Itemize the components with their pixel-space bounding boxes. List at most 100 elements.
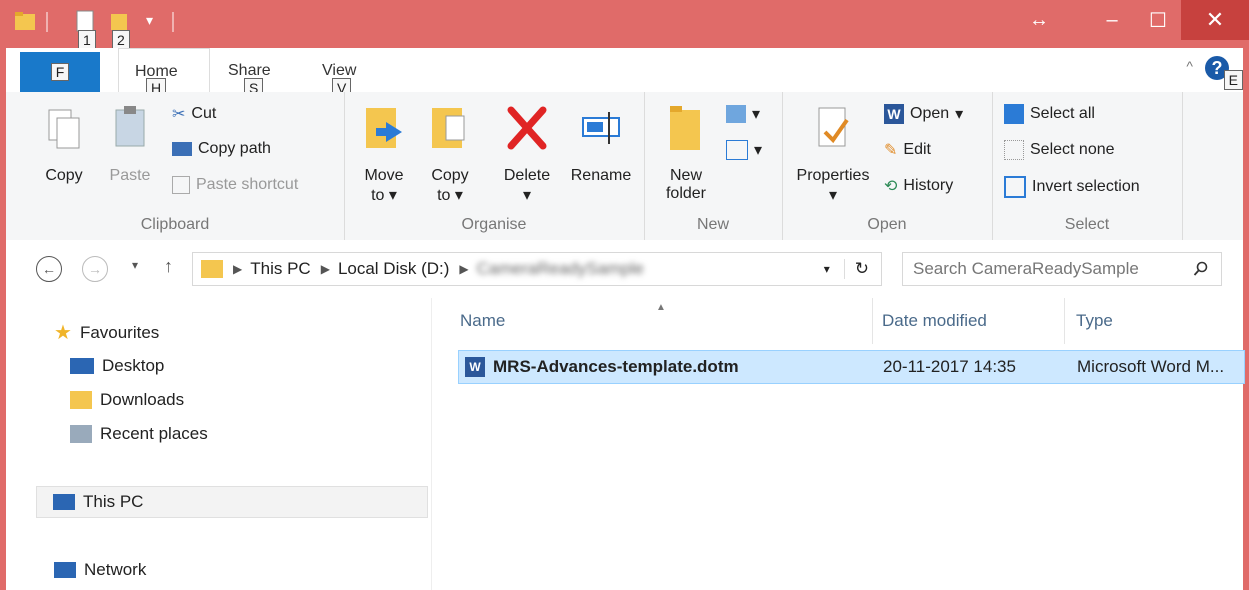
nav-network-label: Network xyxy=(84,560,147,579)
breadcrumb-this-pc[interactable]: This PC xyxy=(250,259,310,279)
paste-button[interactable]: Paste xyxy=(102,102,158,185)
chevron-down-icon[interactable]: ▾ xyxy=(824,262,830,276)
rename-button[interactable]: Rename xyxy=(564,102,638,185)
copy-path-icon xyxy=(172,142,192,156)
nav-this-pc-label: This PC xyxy=(83,492,144,511)
column-date-modified[interactable]: Date modified xyxy=(882,298,987,344)
forward-button[interactable]: → xyxy=(82,256,108,282)
nav-desktop[interactable]: Desktop xyxy=(70,356,164,376)
select-all-button[interactable]: Select all xyxy=(1004,104,1095,124)
nav-downloads[interactable]: Downloads xyxy=(70,390,184,410)
open-group-label: Open xyxy=(867,216,907,233)
properties-button[interactable]: Properties ▾ xyxy=(790,102,876,205)
back-button[interactable]: ← xyxy=(36,256,62,282)
history-label: History xyxy=(903,177,954,194)
copy-to-button[interactable]: Copy to ▾ xyxy=(420,102,480,205)
invert-selection-icon xyxy=(1004,176,1026,198)
open-button[interactable]: W Open ▾ xyxy=(884,104,963,124)
up-button[interactable]: ↑ xyxy=(164,256,173,277)
qat-separator xyxy=(46,12,48,32)
select-none-icon xyxy=(1004,140,1024,160)
close-button[interactable]: ✕ xyxy=(1181,0,1249,40)
easy-access-button[interactable]: ▾ xyxy=(726,140,762,160)
delete-icon xyxy=(507,106,547,150)
copy-path-button[interactable]: Copy path xyxy=(172,140,271,158)
resize-icon[interactable]: ↔ xyxy=(1009,0,1069,40)
file-date-modified: 20-11-2017 14:35 xyxy=(883,357,1016,376)
nav-desktop-label: Desktop xyxy=(102,356,165,375)
nav-downloads-label: Downloads xyxy=(100,390,185,409)
maximize-button[interactable]: ☐ xyxy=(1135,0,1181,40)
edit-button[interactable]: ✎ Edit xyxy=(884,140,931,160)
new-folder-label: New xyxy=(669,167,702,184)
new-folder-button[interactable]: New folder xyxy=(656,102,716,203)
paste-shortcut-button[interactable]: Paste shortcut xyxy=(172,176,298,194)
window-frame: 1 2 ▾ ↔ – ☐ ✕ F Home H Share S View V ^ … xyxy=(0,0,1249,590)
cut-button[interactable]: ✂ Cut xyxy=(172,104,216,124)
recent-locations-icon[interactable]: ▾ xyxy=(132,258,138,272)
column-separator[interactable] xyxy=(1064,298,1065,344)
recent-places-icon xyxy=(70,425,92,443)
network-icon xyxy=(54,562,76,578)
move-to-label-2: to xyxy=(371,187,385,204)
scissors-icon: ✂ xyxy=(172,106,186,123)
edit-icon: ✎ xyxy=(884,142,898,159)
new-folder-qat-icon[interactable] xyxy=(110,10,128,32)
column-name[interactable]: Name xyxy=(460,298,505,344)
search-icon xyxy=(1193,261,1208,276)
select-none-label: Select none xyxy=(1030,141,1115,158)
copy-button[interactable]: Copy xyxy=(36,102,92,185)
folder-icon xyxy=(15,12,35,30)
nav-this-pc[interactable]: This PC xyxy=(36,486,428,518)
nav-recent-places[interactable]: Recent places xyxy=(70,424,208,444)
select-none-button[interactable]: Select none xyxy=(1004,140,1115,160)
copy-label: Copy xyxy=(45,167,83,184)
delete-button[interactable]: Delete ▾ xyxy=(494,102,560,205)
column-separator[interactable] xyxy=(872,298,873,344)
address-path[interactable]: ▶ This PC ▶ Local Disk (D:) ▶ CameraRead… xyxy=(192,252,882,286)
select-all-label: Select all xyxy=(1030,105,1095,122)
paste-shortcut-icon xyxy=(172,176,190,194)
move-to-button[interactable]: Move to ▾ xyxy=(354,102,414,205)
move-to-icon xyxy=(366,108,402,148)
collapse-ribbon-icon[interactable]: ^ xyxy=(1186,58,1193,74)
column-type[interactable]: Type xyxy=(1076,298,1113,344)
window-controls: ↔ – ☐ ✕ xyxy=(1009,0,1249,40)
keytip-1: 1 xyxy=(78,30,96,50)
file-row[interactable]: W MRS-Advances-template.dotm 20-11-2017 … xyxy=(458,350,1245,384)
invert-selection-button[interactable]: Invert selection xyxy=(1004,176,1140,198)
properties-qat-icon[interactable] xyxy=(76,10,94,32)
paste-label: Paste xyxy=(109,167,151,184)
minimize-button[interactable]: – xyxy=(1089,0,1135,40)
rename-label: Rename xyxy=(570,167,632,184)
tab-file[interactable]: F xyxy=(20,52,100,92)
navigation-pane: ★ Favourites Desktop Downloads Recent pla… xyxy=(6,298,432,590)
clipboard-group-label: Clipboard xyxy=(140,216,210,233)
new-item-button[interactable]: ▾ xyxy=(726,104,760,124)
breadcrumb-current-folder[interactable]: CameraReadySample xyxy=(477,259,644,279)
nav-recent-label: Recent places xyxy=(100,424,208,443)
group-open: Properties ▾ W Open ▾ ✎ Edit ⟲ History Open xyxy=(782,92,993,240)
search-input[interactable]: Search CameraReadySample xyxy=(902,252,1222,286)
invert-selection-label: Invert selection xyxy=(1032,178,1140,195)
refresh-icon[interactable]: ↻ xyxy=(843,259,869,279)
nav-favourites[interactable]: ★ Favourites xyxy=(54,320,159,345)
address-bar: ← → ▾ ↑ ▶ This PC ▶ Local Disk (D:) ▶ Ca… xyxy=(6,240,1243,298)
move-to-label: Move xyxy=(364,167,404,184)
breadcrumb-local-disk[interactable]: Local Disk (D:) xyxy=(338,259,449,279)
cut-label: Cut xyxy=(191,105,217,122)
qat-customize-icon[interactable]: ▾ xyxy=(146,12,153,29)
copy-icon xyxy=(48,109,80,149)
title-bar: 1 2 ▾ ↔ – ☐ ✕ xyxy=(0,0,1249,50)
qat-separator xyxy=(172,12,174,32)
copy-path-label: Copy path xyxy=(198,140,271,157)
keytip-help: E xyxy=(1223,70,1243,90)
new-folder-label-2: folder xyxy=(665,185,707,202)
history-button[interactable]: ⟲ History xyxy=(884,176,953,196)
chevron-right-icon: ▶ xyxy=(233,262,243,276)
nav-network[interactable]: Network xyxy=(54,560,146,580)
properties-label: Properties xyxy=(796,167,870,184)
rename-icon xyxy=(582,112,620,144)
explorer-content: ★ Favourites Desktop Downloads Recent pla… xyxy=(6,298,1245,590)
